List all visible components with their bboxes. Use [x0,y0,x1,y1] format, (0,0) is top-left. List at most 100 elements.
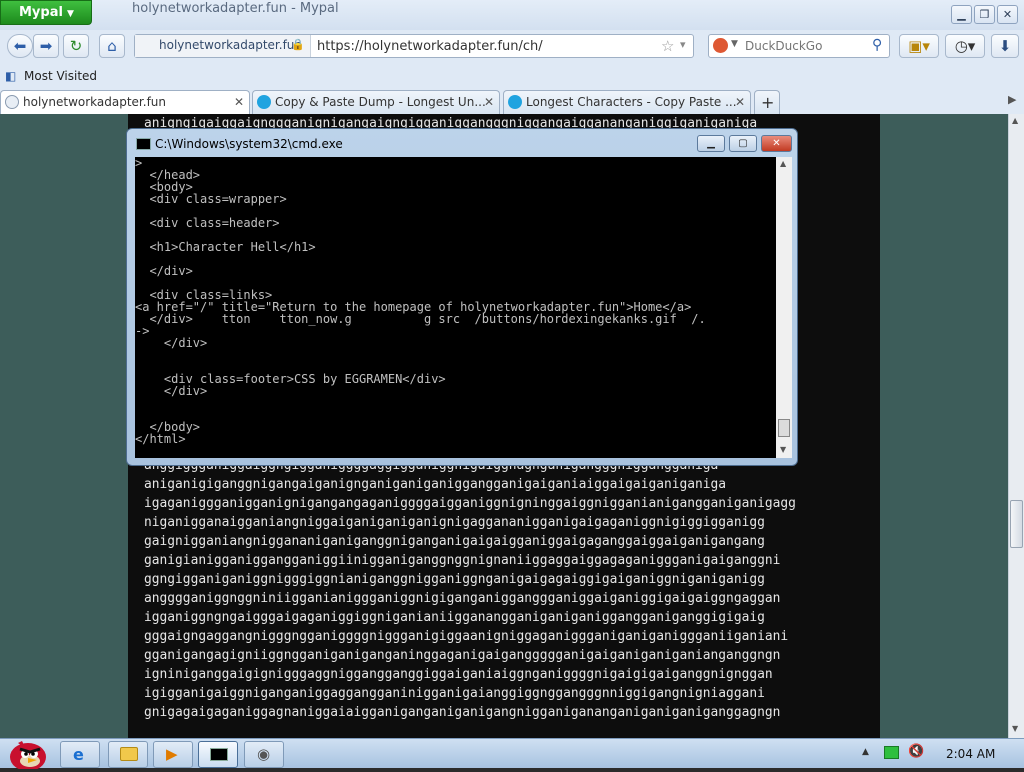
cmd-scroll-thumb[interactable] [778,419,790,437]
title-bar: Mypal ▼ holynetworkadapter.fun - Mypal ▁ … [0,0,1024,30]
cmd-minimize-button[interactable]: ▁ [697,135,725,152]
page-text-line: gggaigngaggangnigggngganiggggniggganigig… [144,629,789,644]
close-tab-icon[interactable]: ✕ [735,95,745,109]
app-menu-button[interactable]: Mypal ▼ [0,0,92,25]
cmd-console[interactable]: > </head> <body> <div class=wrapper> <di… [135,157,776,458]
chevron-down-icon: ▼ [66,9,74,19]
most-visited-bookmark[interactable]: Most Visited [24,69,97,83]
cmd-output-line: </html> [135,432,186,446]
page-text-line: igigganigaiggniganganiggaggangganiniggan… [144,686,765,701]
tab-scroll-right-icon[interactable]: ▶ [1008,93,1016,106]
page-scrollbar[interactable]: ▲ ▼ [1008,114,1024,738]
chevron-down-icon: ▼ [731,39,738,49]
cmd-output-line: <h1>Character Hell</h1> [135,240,316,254]
home-icon: ⌂ [107,37,117,55]
mypal-icon: ◉ [257,745,271,763]
close-tab-icon[interactable]: ✕ [234,95,244,109]
cmd-window: C:\Windows\system32\cmd.exe ▁ ▢ ✕ > </he… [126,128,798,466]
cmd-output-line [135,397,706,409]
lock-icon: 🔒 [291,38,305,51]
taskbar-mypal[interactable]: ◉ [244,741,284,768]
cmd-output-line: <div class=footer>CSS by EGGRAMEN</div> [135,372,446,386]
home-button[interactable]: ⌂ [99,34,125,58]
page-text-line: ggngigganiganiggnigggiggnianiganggniggan… [144,572,765,587]
identity-domain: holynetworkadapter.fun [159,38,303,52]
internet-explorer-icon: e [73,745,84,764]
scroll-up-icon[interactable]: ▲ [780,159,786,168]
reload-button[interactable]: ↻ [63,34,89,58]
start-button[interactable] [4,739,48,771]
taskbar-media-player[interactable]: ▶ [153,741,193,768]
taskbar-file-explorer[interactable] [108,741,148,768]
cmd-output-line: </div> [135,384,208,398]
bookmark-folder-icon: ◧ [5,69,17,83]
addon-icon: ▣▾ [908,37,930,55]
history-button[interactable]: ◷▾ [945,34,985,58]
cmd-output-line [135,349,706,361]
page-text-line: igniniganggaigignigggaggniggangganggigga… [144,667,773,682]
tab-label: Copy & Paste Dump - Longest Un... [275,95,486,109]
download-button[interactable]: ⬇ [991,34,1019,58]
tab-label: holynetworkadapter.fun [23,95,167,109]
cmd-output-line: > [135,157,143,170]
history-icon: ◷▾ [954,37,976,55]
volume-muted-icon[interactable]: 🔇 [908,744,924,759]
show-hidden-icons-icon[interactable]: ▲ [862,747,869,757]
dropdown-icon[interactable]: ▾ [680,38,686,51]
cmd-output-line: </div> tton tton_now.g g src /buttons/ho… [135,312,706,326]
page-scroll-thumb[interactable] [1010,500,1023,548]
url-bar[interactable]: holynetworkadapter.fun 🔒 https://holynetw… [134,34,694,58]
scroll-down-icon[interactable]: ▼ [780,445,786,454]
search-icon[interactable]: ⚲ [872,37,882,53]
search-bar[interactable]: ▼ ⚲ [708,34,890,58]
page-text-line: aniganigiganggnigangaiganignganiganigani… [144,477,727,492]
duckduckgo-icon[interactable] [713,38,728,53]
media-player-icon: ▶ [166,745,178,763]
tab-holynetworkadapter[interactable]: holynetworkadapter.fun ✕ [0,90,250,114]
folder-icon [120,747,138,761]
site-identity-button[interactable]: holynetworkadapter.fun 🔒 [135,35,311,57]
cmd-output-line [135,409,706,421]
taskbar-internet-explorer[interactable]: e [60,741,100,768]
cmd-output-line: </div> [135,264,193,278]
url-text[interactable]: https://holynetworkadapter.fun/ch/ [317,39,543,54]
cmd-scrollbar[interactable]: ▲ ▼ [776,157,792,458]
cmd-output-line: -> [135,324,150,338]
page-text-line: niganigganaigganiangniggaiganiganiganign… [144,515,765,530]
new-tab-icon: + [761,93,775,112]
cmd-maximize-button[interactable]: ▢ [729,135,757,152]
tab-copy-paste-dump[interactable]: Copy & Paste Dump - Longest Un... ✕ [252,90,500,114]
page-text-line: gaignigganiangniggananiganiganggnigangan… [144,534,765,549]
bookmark-star-icon[interactable]: ☆ [661,37,674,55]
cmd-close-button[interactable]: ✕ [761,135,792,152]
page-text-line: gganigangagigniiggngganiganiganganinggag… [144,648,781,663]
cmd-output-line: </div> [135,336,208,350]
restore-button[interactable]: ❐ [974,5,995,24]
download-icon: ⬇ [998,37,1012,55]
network-icon[interactable] [884,746,899,759]
search-input[interactable] [745,39,875,53]
cmd-window-title: C:\Windows\system32\cmd.exe [155,137,343,151]
taskbar-command-prompt[interactable] [198,741,238,768]
forward-icon: ➡ [39,37,53,55]
close-tab-icon[interactable]: ✕ [484,95,494,109]
tab-label: Longest Characters - Copy Paste ... [526,95,737,109]
scroll-up-icon[interactable]: ▲ [1012,116,1018,125]
window-title: holynetworkadapter.fun - Mypal [132,1,339,16]
page-text-line: ganigianigganiggangganiggiinigganiganggn… [144,553,781,568]
cmd-window-icon [136,138,151,150]
minimize-button[interactable]: ▁ [951,5,972,24]
bookmarks-toolbar: ◧ Most Visited [0,63,1024,89]
cmd-output-line: <div class=wrapper> [135,192,287,206]
favicon-c-icon [508,95,522,109]
addon-button[interactable]: ▣▾ [899,34,939,58]
tab-strip: holynetworkadapter.fun ✕ Copy & Paste Du… [0,89,1024,114]
new-tab-button[interactable]: + [754,90,780,114]
scroll-down-icon[interactable]: ▼ [1012,724,1018,733]
forward-button[interactable]: ➡ [33,34,59,58]
back-button[interactable]: ⬅ [7,34,33,58]
close-button[interactable]: ✕ [997,5,1018,24]
taskbar-clock[interactable]: 2:04 AM [946,747,995,761]
app-menu-label: Mypal [19,5,63,20]
tab-longest-characters[interactable]: Longest Characters - Copy Paste ... ✕ [503,90,751,114]
